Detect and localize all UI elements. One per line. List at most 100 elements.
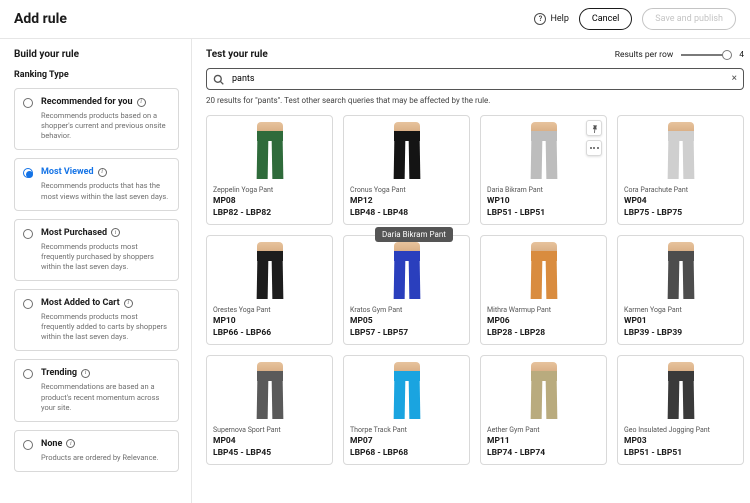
product-price-range: LBP51 - LBP51	[624, 448, 737, 458]
ranking-option-desc: Recommends products most frequently purc…	[41, 242, 170, 272]
product-name: Daria Bikram Pant	[487, 186, 600, 194]
save-publish-button[interactable]: Save and publish	[642, 8, 736, 30]
main: Test your rule Results per row 4 × 20 re…	[192, 39, 750, 503]
results-hint: 20 results for "pants". Test other searc…	[206, 96, 750, 105]
search-icon	[213, 74, 224, 85]
info-icon[interactable]: i	[98, 168, 107, 177]
help-icon: ?	[534, 13, 546, 25]
product-name: Orestes Yoga Pant	[213, 306, 326, 314]
ranking-option-recommended[interactable]: Recommended for youiRecommends products …	[14, 88, 179, 150]
product-image	[481, 356, 606, 422]
ranking-option-most_purchased[interactable]: Most PurchasediRecommends products most …	[14, 219, 179, 281]
page-title: Add rule	[14, 11, 67, 27]
header-actions: ? Help Cancel Save and publish	[534, 8, 736, 30]
product-card[interactable]: Supernova Sport PantMP04LBP45 - LBP45	[206, 355, 333, 465]
info-icon[interactable]: i	[66, 439, 75, 448]
search-input-wrapper[interactable]: ×	[206, 68, 744, 90]
product-image	[344, 236, 469, 302]
slider-knob[interactable]	[722, 50, 732, 60]
ranking-option-none[interactable]: Nonei Products are ordered by Relevance.	[14, 430, 179, 472]
more-button[interactable]	[586, 140, 602, 156]
product-sku: WP01	[624, 316, 737, 326]
radio-icon	[23, 440, 33, 450]
radio-icon	[23, 168, 33, 178]
clear-search-icon[interactable]: ×	[732, 74, 737, 84]
radio-icon	[23, 369, 33, 379]
product-card[interactable]: Cora Parachute Pant WP04 LBP75 - LBP75	[617, 115, 744, 225]
radio-icon	[23, 98, 33, 108]
product-sku: WP04	[624, 196, 737, 206]
product-name: Mithra Warmup Pant	[487, 306, 600, 314]
ranking-option-title: Recommended for youi	[41, 97, 170, 107]
product-price-range: LBP68 - LBP68	[350, 448, 463, 458]
ranking-option-trending[interactable]: TrendingiRecommendations are based an a …	[14, 359, 179, 421]
product-price-range: LBP51 - LBP51	[487, 208, 600, 218]
results-per-row-control[interactable]: Results per row 4	[615, 50, 744, 60]
product-price-range: LBP75 - LBP75	[624, 208, 737, 218]
ranking-option-desc: Recommends products that has the most vi…	[41, 181, 170, 201]
product-price-range: LBP82 - LBP82	[213, 208, 326, 218]
ranking-option-title: Most Viewedi	[41, 167, 170, 177]
info-icon[interactable]: i	[81, 369, 90, 378]
ranking-option-desc: Recommendations are based an a product's…	[41, 382, 170, 412]
info-icon[interactable]: i	[124, 299, 133, 308]
test-title: Test your rule	[206, 49, 268, 60]
radio-icon	[23, 229, 33, 239]
product-sku: MP10	[213, 316, 326, 326]
product-image	[618, 356, 743, 422]
product-card[interactable]: Karmen Yoga PantWP01LBP39 - LBP39	[617, 235, 744, 345]
product-image	[207, 116, 332, 182]
product-sku: MP07	[350, 436, 463, 446]
ranking-option-title: Most Added to Carti	[41, 298, 170, 308]
ranking-option-most_viewed[interactable]: Most Viewedi Recommends products that has…	[14, 158, 179, 210]
product-name: Supernova Sport Pant	[213, 426, 326, 434]
results-per-row-label: Results per row	[615, 50, 673, 60]
product-image	[618, 116, 743, 182]
product-name: Geo Insulated Jogging Pant	[624, 426, 737, 434]
build-title: Build your rule	[14, 49, 179, 60]
product-card[interactable]: Thorpe Track Pant MP07 LBP68 - LBP68	[343, 355, 470, 465]
product-card[interactable]: Mithra Warmup PantMP06LBP28 - LBP28	[480, 235, 607, 345]
help-link[interactable]: ? Help	[534, 13, 568, 25]
product-card[interactable]: Kratos Gym Pant MP05 LBP57 - LBP57	[343, 235, 470, 345]
product-card[interactable]: Aether Gym Pant MP11 LBP74 - LBP74	[480, 355, 607, 465]
cancel-button[interactable]: Cancel	[579, 8, 632, 30]
help-label: Help	[550, 14, 568, 24]
layout: Build your rule Ranking Type Recommended…	[0, 39, 750, 503]
product-price-range: LBP66 - LBP66	[213, 328, 326, 338]
product-image	[481, 236, 606, 302]
pin-button[interactable]	[586, 120, 602, 136]
product-name: Aether Gym Pant	[487, 426, 600, 434]
info-icon[interactable]: i	[111, 228, 120, 237]
product-image	[618, 236, 743, 302]
product-image	[207, 356, 332, 422]
ranking-option-title: Nonei	[41, 439, 170, 449]
product-image	[207, 236, 332, 302]
page-header: Add rule ? Help Cancel Save and publish	[0, 0, 750, 39]
product-price-range: LBP74 - LBP74	[487, 448, 600, 458]
product-card[interactable]: Cronus Yoga PantMP12LBP48 - LBP48	[343, 115, 470, 225]
search-input[interactable]	[230, 73, 726, 85]
ranking-option-most_added[interactable]: Most Added to CartiRecommends products m…	[14, 289, 179, 351]
product-sku: MP11	[487, 436, 600, 446]
results-per-row-value: 4	[739, 50, 744, 60]
product-card[interactable]: Daria Bikram PantWP10LBP51 - LBP51	[480, 115, 607, 225]
product-name: Thorpe Track Pant	[350, 426, 463, 434]
product-price-range: LBP57 - LBP57	[350, 328, 463, 338]
info-icon[interactable]: i	[137, 98, 146, 107]
ranking-title: Ranking Type	[14, 70, 179, 80]
product-name: Karmen Yoga Pant	[624, 306, 737, 314]
product-image	[344, 356, 469, 422]
product-name: Cora Parachute Pant	[624, 186, 737, 194]
product-price-range: LBP48 - LBP48	[350, 208, 463, 218]
product-image	[344, 116, 469, 182]
product-price-range: LBP45 - LBP45	[213, 448, 326, 458]
product-name: Kratos Gym Pant	[350, 306, 463, 314]
ranking-option-desc: Products are ordered by Relevance.	[41, 453, 170, 463]
product-sku: MP05	[350, 316, 463, 326]
product-card[interactable]: Orestes Yoga Pant MP10 LBP66 - LBP66	[206, 235, 333, 345]
product-sku: MP06	[487, 316, 600, 326]
results-per-row-slider[interactable]	[681, 54, 727, 56]
product-card[interactable]: Zeppelin Yoga PantMP08LBP82 - LBP82	[206, 115, 333, 225]
product-card[interactable]: Geo Insulated Jogging PantMP03LBP51 - LB…	[617, 355, 744, 465]
